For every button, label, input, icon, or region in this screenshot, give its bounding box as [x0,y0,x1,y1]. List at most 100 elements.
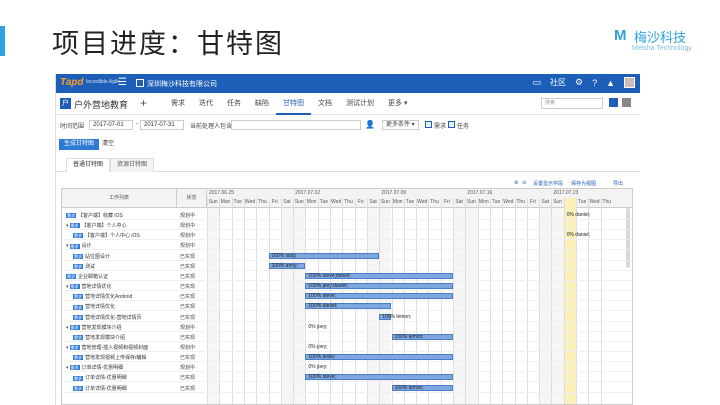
gantt-row[interactable]: 需求 订单详情-优惠明细 已实现 100% steve; [62,372,632,383]
row-name[interactable]: 需求 【客户端】收藏 iOS [66,212,123,219]
row-name[interactable]: 需求 站位图设计 [73,253,110,260]
gear-icon[interactable]: ⚙ [575,77,583,88]
expand-toggle-icon[interactable]: ▾ [66,365,69,371]
row-title[interactable]: 营地详情优化-营地详情页 [85,315,142,321]
tab-resource-gantt[interactable]: 资源甘特图 [110,158,154,172]
gantt-row[interactable]: 需求 营地详情优化 已实现 100% daniel; [62,301,632,312]
row-title[interactable]: 营地发现视频上传保存/编辑 [85,355,146,361]
row-title[interactable]: 设计 [82,243,92,249]
task-label: 任务 [457,124,470,130]
row-title[interactable]: 营地管理-插入视频和视频封面 [82,345,149,351]
zoom-in-icon[interactable]: ⊕ [514,180,518,186]
generate-gantt-button[interactable]: 生成甘特图 [59,139,99,150]
row-title[interactable]: 企业邮箱认证 [78,274,108,280]
row-name[interactable]: 需求 营地发现模块介绍 [73,334,125,341]
end-date-input[interactable]: 2017-07-31 [140,120,184,130]
day-label: Sat [455,199,463,205]
more-conditions-button[interactable]: 更多条件 ▾ [382,120,419,130]
row-title[interactable]: 订单详情-优惠明细 [85,386,127,392]
help-icon[interactable]: ? [592,78,597,88]
gantt-row[interactable]: ▾ 需求 设计 规划中 [62,240,632,251]
gantt-row[interactable]: 需求 营地详情优化-营地详情页 已实现 100% lemon; [62,312,632,322]
gantt-row[interactable]: 需求 【客户端】收藏 iOS 规划中 0% daniel; [62,210,632,220]
avatar[interactable] [624,77,635,88]
user-picker-icon[interactable]: 👤 [365,120,375,129]
row-title[interactable]: 营地发现模块介绍 [85,335,125,341]
nav-item-4[interactable]: 甘特图 [276,93,311,115]
row-name[interactable]: 需求 【客户端】个人中心 iOS [73,232,140,239]
row-name[interactable]: 需求 企业邮箱认证 [66,273,108,280]
gantt-row[interactable]: ▾ 需求 【客户端】个人中心 规划中 [62,220,632,231]
row-title[interactable]: 站位图设计 [85,254,110,260]
row-name[interactable]: ▾ 需求 营地发现模块介绍 [66,324,122,331]
nav-item-6[interactable]: 测试计划 [339,93,381,115]
row-name[interactable]: 需求 测试 [73,263,95,270]
gantt-row[interactable]: 需求 营地发现视频上传保存/编辑 已实现 100% leslie; [62,352,632,363]
nav-item-3[interactable]: 缺陷 [248,93,276,115]
row-name[interactable]: 需求 订单详情-优惠明细 [73,374,127,381]
save-view-link[interactable]: 保存为视图 [571,180,596,187]
nav-item-1[interactable]: 迭代 [192,93,220,115]
row-title[interactable]: 测试 [85,264,95,270]
start-date-input[interactable]: 2017-07-01 [89,120,133,130]
row-name[interactable]: ▾ 需求 营地详情优化 [66,283,112,290]
search-input[interactable]: 搜索 [541,98,603,109]
gantt-row[interactable]: 需求 订单详情-优惠明细 已实现 100% lemon; [62,383,632,393]
row-title[interactable]: 订单详情-优惠明细 [85,375,127,381]
zoom-out-icon[interactable]: ⊖ [522,180,526,186]
gantt-row[interactable]: 需求 站位图设计 已实现 100% xiaq; [62,251,632,261]
set-fields-link[interactable]: 设置显示字段 [533,180,563,187]
row-name[interactable]: ▾ 需求 【客户端】个人中心 [66,222,127,229]
gantt-row[interactable]: ▾ 需求 订单详情-优惠明细 规划中 0% joey; [62,362,632,373]
expand-toggle-icon[interactable]: ▾ [66,345,69,351]
gantt-row[interactable]: 需求 企业邮箱认证 已实现 100% steve;daniel; [62,271,632,281]
gantt-row[interactable]: 需求 测试 已实现 100% anny; [62,261,632,271]
brand-logo[interactable]: Tapd [60,77,84,88]
row-title[interactable]: 营地详情优化 [85,304,115,310]
company-name[interactable]: 深圳梅沙科技有限公司 [147,79,217,89]
requirement-checkbox[interactable] [425,121,432,128]
bell-icon[interactable]: ▲ [606,78,615,88]
nav-item-2[interactable]: 任务 [220,93,248,115]
expand-toggle-icon[interactable]: ▾ [66,284,69,290]
export-link[interactable]: 导出 [613,180,623,187]
gantt-row[interactable]: ▾ 需求 营地发现模块介绍 规划中 0% joey; [62,322,632,332]
row-title[interactable]: 【客户端】个人中心 [82,223,127,229]
chat-icon[interactable]: ▭ [532,77,541,88]
clear-button[interactable]: 清空 [102,139,114,150]
gantt-row[interactable]: 需求 【客户端】个人中心 iOS 规划中 0% daniel; [62,230,632,241]
row-name[interactable]: 需求 营地发现视频上传保存/编辑 [73,354,146,361]
expand-toggle-icon[interactable]: ▾ [66,243,69,249]
add-icon[interactable]: + [140,96,147,110]
nav-item-0[interactable]: 需求 [164,93,192,115]
project-more-icon[interactable] [622,98,631,107]
row-name[interactable]: 需求 营地详情优化 [73,303,115,310]
expand-toggle-icon[interactable]: ▾ [66,325,69,331]
assignee-input[interactable] [231,120,361,130]
expand-toggle-icon[interactable]: ▾ [66,223,69,229]
row-title[interactable]: 营地详情优化 [82,284,112,290]
tab-normal-gantt[interactable]: 普通甘特图 [66,158,110,172]
gantt-row[interactable]: 需求 营地详情优化Android 已实现 100% steve; [62,291,632,302]
row-title[interactable]: 订单详情-优惠明细 [82,365,124,371]
row-name[interactable]: 需求 营地详情优化-营地详情页 [73,314,142,321]
row-title[interactable]: 营地详情优化Android [85,294,132,300]
menu-icon[interactable]: ☰ [118,77,127,88]
row-title[interactable]: 营地发现模块介绍 [82,325,122,331]
row-title[interactable]: 【客户端】个人中心 iOS [85,233,140,239]
row-name[interactable]: ▾ 需求 订单详情-优惠明细 [66,364,123,371]
row-name[interactable]: 需求 订单详情-优惠明细 [73,385,127,392]
row-name[interactable]: ▾ 需求 设计 [66,242,92,249]
project-settings-icon[interactable] [609,98,618,107]
gantt-row[interactable]: 需求 营地发现模块介绍 已实现 100% lemon; [62,332,632,342]
gantt-row[interactable]: ▾ 需求 营地管理-插入视频和视频封面 规划中 0% joey; [62,342,632,352]
task-checkbox[interactable] [448,121,455,128]
row-title[interactable]: 【客户端】收藏 iOS [78,213,123,219]
row-name[interactable]: ▾ 需求 营地管理-插入视频和视频封面 [66,344,148,351]
nav-item-7[interactable]: 更多 ▾ [381,93,414,115]
row-name[interactable]: 需求 营地详情优化Android [73,293,132,300]
project-name[interactable]: 户外营地教育 [74,98,128,111]
community-link[interactable]: 社区 [550,77,566,88]
gantt-row[interactable]: ▾ 需求 营地详情优化 已实现 100% joey;daniel; [62,281,632,292]
nav-item-5[interactable]: 文档 [311,93,339,115]
